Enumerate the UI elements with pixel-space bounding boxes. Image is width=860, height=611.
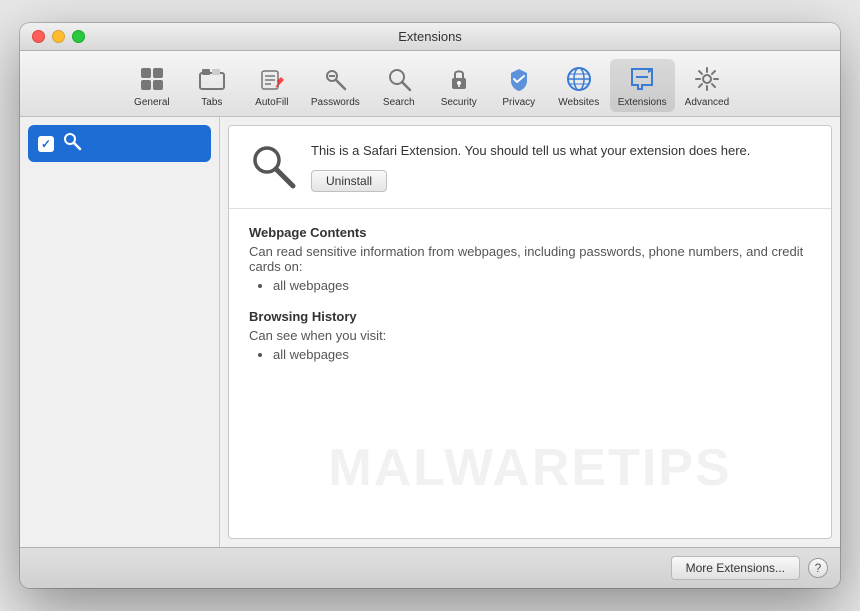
sidebar: ✓ [20, 117, 220, 547]
toolbar: General Tabs [20, 51, 840, 117]
webpage-contents-desc: Can read sensitive information from webp… [249, 244, 811, 274]
privacy-icon [503, 63, 535, 95]
window-title: Extensions [398, 29, 462, 44]
search-label: Search [383, 97, 415, 108]
extension-header: This is a Safari Extension. You should t… [229, 126, 831, 209]
minimize-button[interactable] [52, 30, 65, 43]
browsing-history-title: Browsing History [249, 309, 811, 324]
general-label: General [134, 97, 170, 108]
toolbar-item-autofill[interactable]: AutoFill [243, 59, 301, 112]
detail-panel: MALWARETIPS This is a Safari Extension. … [228, 125, 832, 539]
extension-description: This is a Safari Extension. You should t… [311, 142, 811, 160]
websites-label: Websites [558, 97, 599, 108]
main-content: ✓ MALWARETIPS [20, 117, 840, 547]
browsing-history-item-0: all webpages [273, 347, 811, 362]
passwords-label: Passwords [311, 97, 360, 108]
autofill-icon [256, 63, 288, 95]
toolbar-item-advanced[interactable]: Advanced [677, 59, 737, 112]
advanced-label: Advanced [685, 97, 729, 108]
toolbar-item-security[interactable]: Security [430, 59, 488, 112]
help-button[interactable]: ? [808, 558, 828, 578]
close-button[interactable] [32, 30, 45, 43]
extensions-label: Extensions [618, 97, 667, 108]
websites-icon [563, 63, 595, 95]
security-label: Security [441, 97, 477, 108]
tabs-icon [196, 63, 228, 95]
extension-large-icon [249, 142, 297, 190]
autofill-label: AutoFill [255, 97, 288, 108]
extension-info: This is a Safari Extension. You should t… [311, 142, 811, 192]
webpage-contents-title: Webpage Contents [249, 225, 811, 240]
maximize-button[interactable] [72, 30, 85, 43]
sidebar-extension-icon [62, 131, 82, 156]
webpage-contents-section: Webpage Contents Can read sensitive info… [249, 225, 811, 293]
sidebar-item-search-ext[interactable]: ✓ [28, 125, 211, 162]
bottom-bar: More Extensions... ? [20, 547, 840, 588]
general-icon [136, 63, 168, 95]
search-toolbar-icon [383, 63, 415, 95]
uninstall-button[interactable]: Uninstall [311, 170, 387, 192]
extension-details: Webpage Contents Can read sensitive info… [229, 209, 831, 394]
browsing-history-list: all webpages [249, 347, 811, 362]
security-icon [443, 63, 475, 95]
main-window: Extensions General [20, 23, 840, 588]
window-controls [32, 30, 85, 43]
watermark: MALWARETIPS [229, 438, 831, 498]
more-extensions-button[interactable]: More Extensions... [671, 556, 800, 580]
tabs-label: Tabs [201, 97, 222, 108]
browsing-history-desc: Can see when you visit: [249, 328, 811, 343]
toolbar-item-tabs[interactable]: Tabs [183, 59, 241, 112]
advanced-icon [691, 63, 723, 95]
webpage-contents-item-0: all webpages [273, 278, 811, 293]
toolbar-item-general[interactable]: General [123, 59, 181, 112]
extension-checkbox[interactable]: ✓ [38, 136, 54, 152]
watermark-text: MALWARETIPS [328, 438, 731, 498]
toolbar-item-extensions[interactable]: Extensions [610, 59, 675, 112]
browsing-history-section: Browsing History Can see when you visit:… [249, 309, 811, 362]
toolbar-item-search[interactable]: Search [370, 59, 428, 112]
passwords-icon [319, 63, 351, 95]
extensions-icon [626, 63, 658, 95]
webpage-contents-list: all webpages [249, 278, 811, 293]
toolbar-item-passwords[interactable]: Passwords [303, 59, 368, 112]
title-bar: Extensions [20, 23, 840, 51]
toolbar-item-websites[interactable]: Websites [550, 59, 608, 112]
checkmark-icon: ✓ [41, 137, 51, 151]
toolbar-item-privacy[interactable]: Privacy [490, 59, 548, 112]
privacy-label: Privacy [502, 97, 535, 108]
